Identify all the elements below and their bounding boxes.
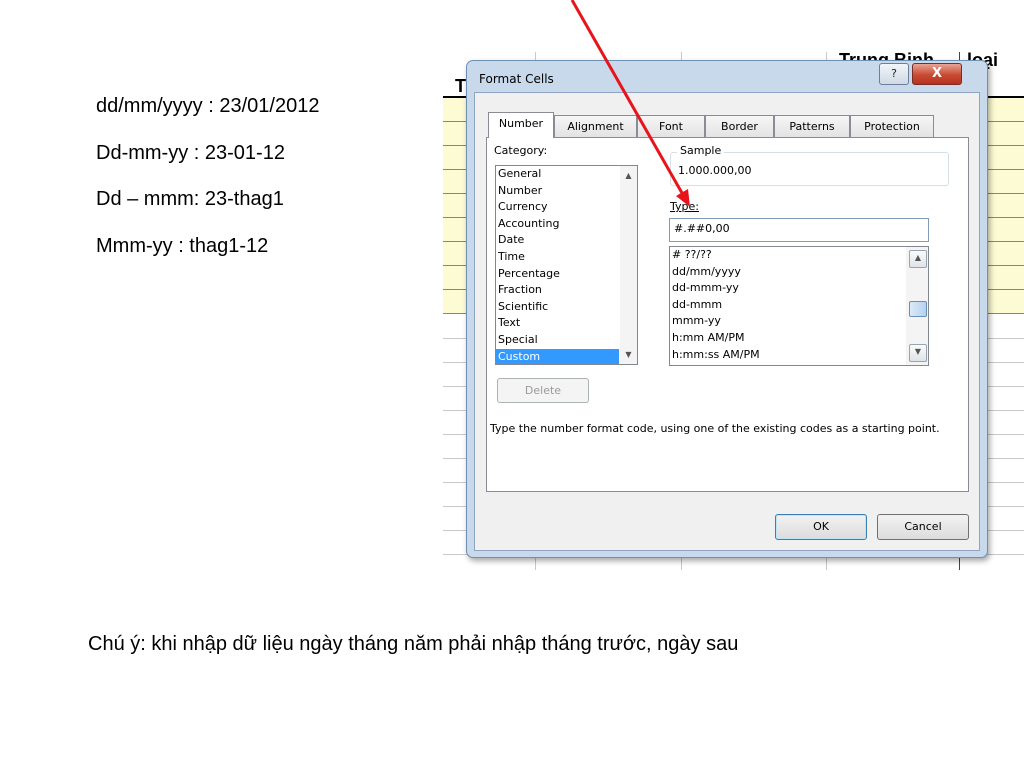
scroll-up-icon[interactable]: ▲ <box>909 250 927 268</box>
type-item[interactable]: dd-mmm <box>670 297 928 314</box>
tab-font[interactable]: Font <box>637 115 705 137</box>
scroll-thumb[interactable] <box>909 301 927 317</box>
category-item[interactable]: Text <box>496 315 637 332</box>
number-tab-panel: Category: General Number Currency Accoun… <box>486 137 969 492</box>
format-example-1: dd/mm/yyyy : 23/01/2012 <box>96 95 320 117</box>
format-example-3: Dd – mmm: 23-thag1 <box>96 188 284 210</box>
cancel-button[interactable]: Cancel <box>877 514 969 540</box>
category-item[interactable]: Scientific <box>496 299 637 316</box>
tab-border[interactable]: Border <box>705 115 774 137</box>
type-label: Type: <box>670 200 699 213</box>
type-item[interactable]: dd/mm/yyyy <box>670 264 928 281</box>
category-item[interactable]: Date <box>496 232 637 249</box>
dialog-title: Format Cells <box>479 72 554 86</box>
tab-protection[interactable]: Protection <box>850 115 934 137</box>
tab-number[interactable]: Number <box>488 112 554 138</box>
description-text: Type the number format code, using one o… <box>490 422 940 435</box>
sample-value: 1.000.000,00 <box>678 164 752 177</box>
sample-label: Sample <box>677 144 725 157</box>
format-cells-dialog: Format Cells ? X Number Alignment Font B… <box>466 60 988 558</box>
category-scrollbar[interactable]: ▲ ▼ <box>620 166 637 364</box>
slide-note: Chú ý: khi nhập dữ liệu ngày tháng năm p… <box>88 633 739 655</box>
type-input[interactable]: #.##0,00 <box>669 218 929 242</box>
category-item[interactable]: Time <box>496 249 637 266</box>
scroll-up-icon[interactable]: ▲ <box>622 169 635 182</box>
format-example-4: Mmm-yy : thag1-12 <box>96 235 269 257</box>
ok-button[interactable]: OK <box>775 514 867 540</box>
category-listbox[interactable]: General Number Currency Accounting Date … <box>495 165 638 365</box>
format-example-2: Dd-mm-yy : 23-01-12 <box>96 142 285 164</box>
delete-button[interactable]: Delete <box>497 378 589 403</box>
category-item[interactable]: Accounting <box>496 216 637 233</box>
close-button[interactable]: X <box>912 63 962 85</box>
type-listbox[interactable]: # ??/?? dd/mm/yyyy dd-mmm-yy dd-mmm mmm-… <box>669 246 929 366</box>
type-item[interactable]: h:mm:ss AM/PM <box>670 347 928 364</box>
category-item[interactable]: Special <box>496 332 637 349</box>
category-item-selected[interactable]: Custom <box>496 348 619 364</box>
help-button[interactable]: ? <box>879 63 909 85</box>
type-scrollbar[interactable]: ▲ ▼ <box>906 247 928 365</box>
type-item[interactable]: mmm-yy <box>670 313 928 330</box>
category-item[interactable]: Percentage <box>496 266 637 283</box>
type-item[interactable]: h:mm AM/PM <box>670 330 928 347</box>
category-item[interactable]: Number <box>496 183 637 200</box>
category-label: Category: <box>494 144 548 157</box>
category-item[interactable]: Currency <box>496 199 637 216</box>
tab-patterns[interactable]: Patterns <box>774 115 850 137</box>
dialog-body: Number Alignment Font Border Patterns Pr… <box>474 92 980 551</box>
category-item[interactable]: General <box>496 166 637 183</box>
category-item[interactable]: Fraction <box>496 282 637 299</box>
scroll-down-icon[interactable]: ▼ <box>622 348 635 361</box>
scroll-down-icon[interactable]: ▼ <box>909 344 927 362</box>
type-item[interactable]: # ??/?? <box>670 247 928 264</box>
header-t: T <box>455 76 466 96</box>
tab-alignment[interactable]: Alignment <box>554 115 637 137</box>
type-item[interactable]: dd-mmm-yy <box>670 280 928 297</box>
